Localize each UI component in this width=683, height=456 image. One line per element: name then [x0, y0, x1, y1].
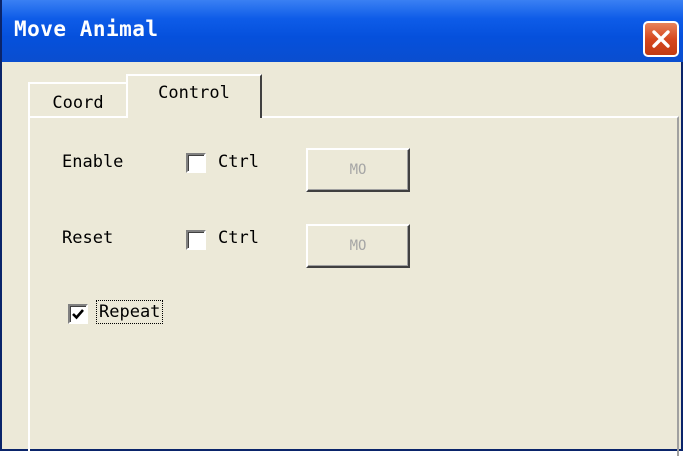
enable-mo-button[interactable]: MO [306, 148, 410, 192]
reset-ctrl-checkbox[interactable] [186, 230, 206, 250]
title-bar[interactable]: Move Animal [2, 0, 683, 62]
reset-mo-button-label: MO [349, 238, 367, 254]
enable-label: Enable [62, 152, 124, 172]
tab-control-label: Control [158, 82, 230, 103]
tab-strip: Coord Control [24, 74, 674, 118]
window-title: Move Animal [14, 17, 159, 41]
reset-mo-button[interactable]: MO [306, 224, 410, 268]
close-icon [650, 28, 672, 50]
tab-panel-control: Enable Ctrl MO Reset Ctrl MO Repeat [28, 116, 679, 456]
enable-ctrl-checkbox[interactable] [186, 153, 206, 173]
tab-coord[interactable]: Coord [28, 82, 128, 118]
repeat-label[interactable]: Repeat [95, 300, 164, 324]
close-button[interactable] [643, 21, 679, 57]
repeat-checkbox[interactable] [68, 304, 88, 324]
tab-control[interactable]: Control [126, 74, 262, 118]
dialog-window: Move Animal Coord Control Enable Ctrl MO… [0, 0, 683, 456]
reset-label: Reset [62, 228, 114, 248]
checkmark-icon [72, 309, 84, 320]
enable-mo-button-label: MO [349, 162, 367, 178]
reset-ctrl-label: Ctrl [218, 228, 259, 248]
tab-coord-label: Coord [52, 92, 104, 113]
enable-ctrl-label: Ctrl [218, 152, 259, 172]
